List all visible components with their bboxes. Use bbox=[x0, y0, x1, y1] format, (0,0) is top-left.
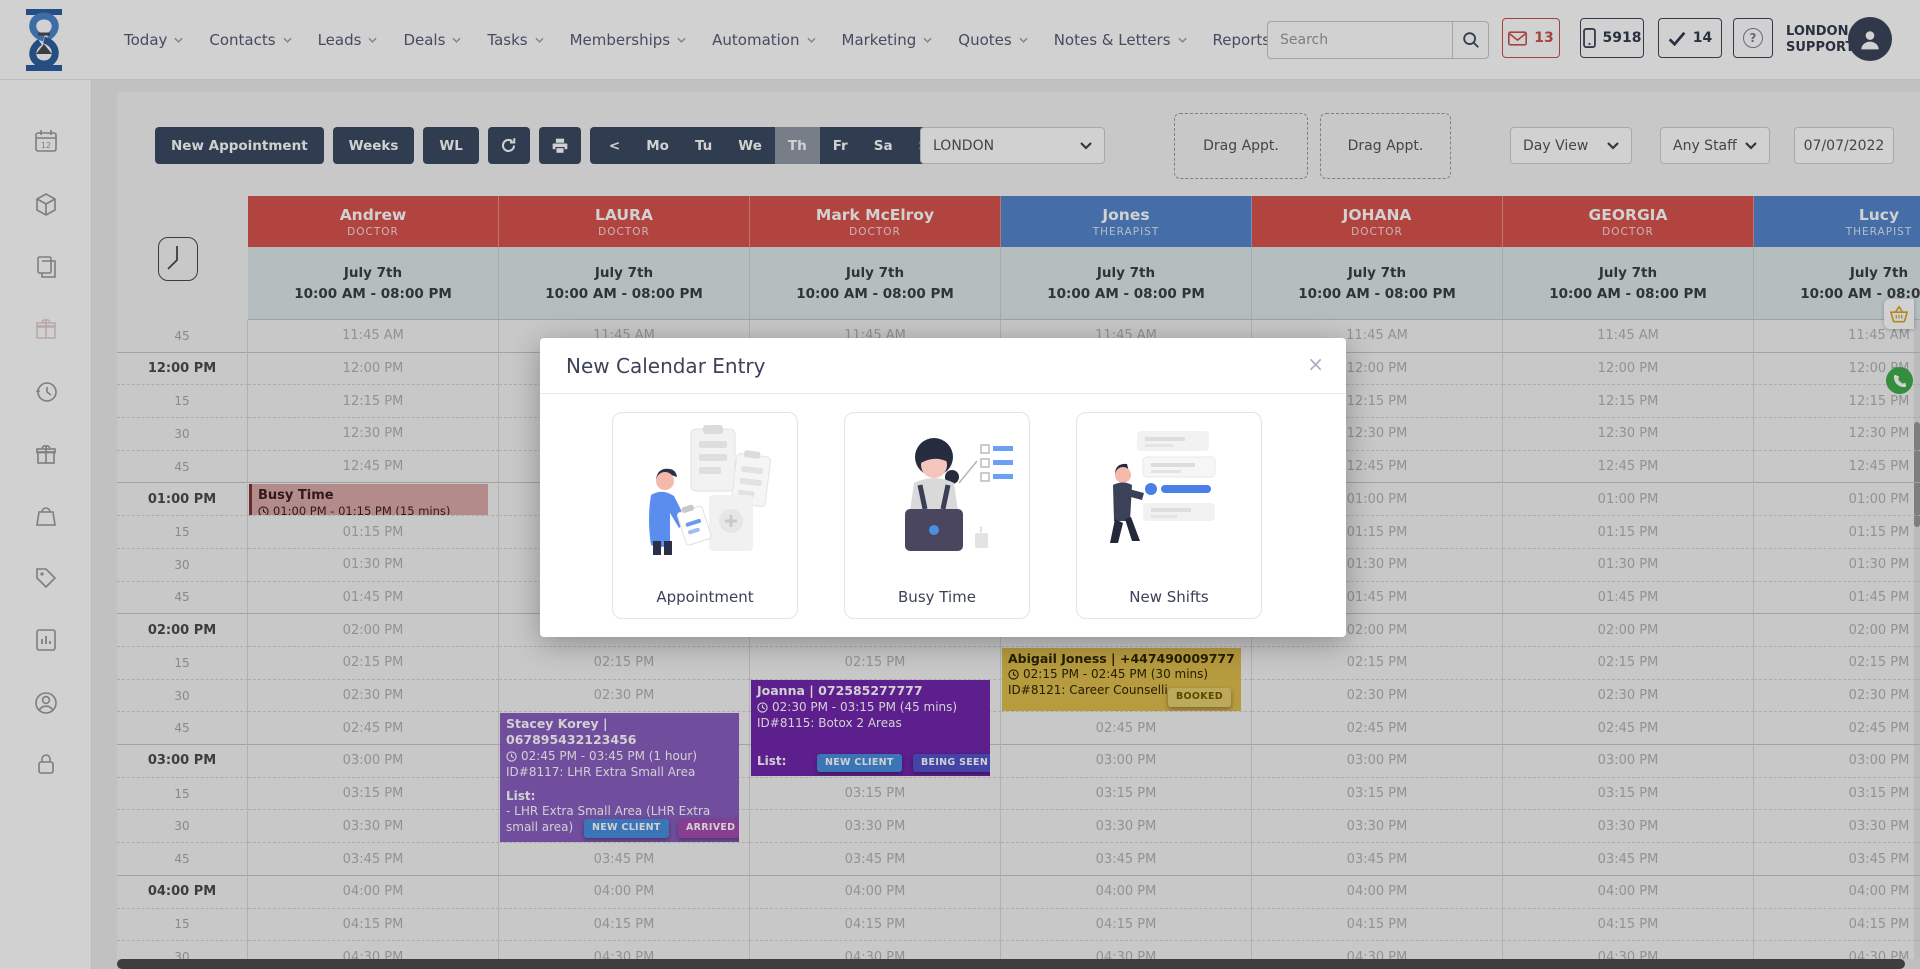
close-icon[interactable]: × bbox=[1307, 352, 1324, 376]
modal-title: New Calendar Entry bbox=[566, 354, 765, 378]
option-busy-time-label: Busy Time bbox=[845, 588, 1029, 606]
option-busy-time-card[interactable]: Busy Time bbox=[844, 412, 1030, 619]
modal-header: New Calendar Entry × bbox=[540, 338, 1346, 394]
busy-time-illustration bbox=[863, 423, 1013, 555]
new-calendar-entry-modal: New Calendar Entry × Appointment bbox=[540, 338, 1346, 637]
option-appointment-label: Appointment bbox=[613, 588, 797, 606]
appointment-illustration bbox=[631, 423, 781, 555]
new-shifts-illustration bbox=[1095, 423, 1245, 555]
option-new-shifts-card[interactable]: New Shifts bbox=[1076, 412, 1262, 619]
option-new-shifts-label: New Shifts bbox=[1077, 588, 1261, 606]
option-appointment-card[interactable]: Appointment bbox=[612, 412, 798, 619]
